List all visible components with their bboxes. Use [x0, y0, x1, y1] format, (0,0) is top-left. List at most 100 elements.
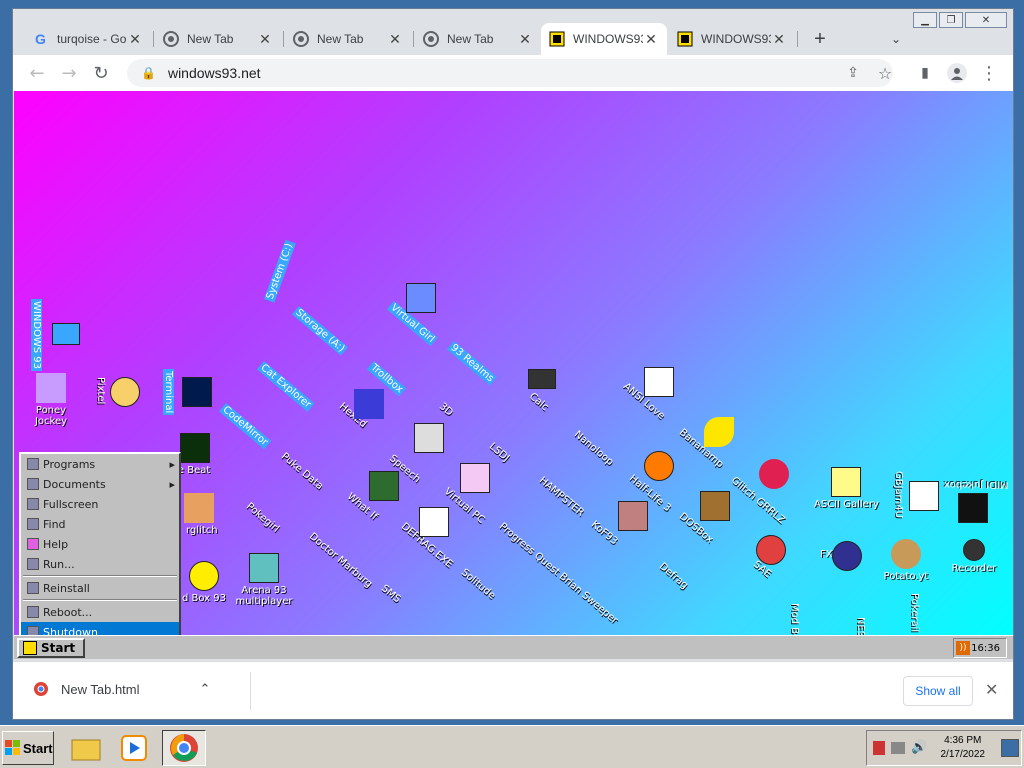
icon-ascii-gallery[interactable]: ASCII Gallery	[814, 467, 879, 510]
google-icon: G	[33, 31, 49, 47]
icon-93-realms[interactable]: 93 Realms	[446, 341, 498, 386]
icon-brian-sweeper[interactable]: Brian Sweeper	[557, 571, 620, 626]
menu-fullscreen[interactable]: Fullscreen	[21, 494, 179, 514]
start-button[interactable]: Start	[2, 731, 54, 765]
icon-puke-data[interactable]: Puke Data	[279, 451, 325, 492]
close-download-bar-icon[interactable]: ✕	[985, 680, 998, 699]
profile-avatar-icon[interactable]	[945, 61, 969, 85]
icon-corglitch[interactable]: rglitch	[186, 525, 218, 536]
rss-icon[interactable]: ))	[956, 641, 970, 655]
action-center-icon[interactable]	[873, 741, 885, 755]
icon-hampster[interactable]: HAMPSTER	[537, 475, 586, 519]
icon-windows93[interactable]: WINDOWS 93	[31, 299, 42, 372]
icon-poney-jockey[interactable]: Poney Jockey	[29, 373, 73, 427]
menu-documents[interactable]: Documents ▸	[21, 474, 179, 494]
close-tab-icon[interactable]: ✕	[387, 31, 403, 48]
media-player-icon	[121, 735, 147, 761]
svg-text:G: G	[35, 31, 46, 47]
menu-run[interactable]: Run...	[21, 554, 179, 574]
close-tab-icon[interactable]: ✕	[257, 31, 273, 48]
gbjam-icon	[909, 481, 939, 513]
icon-cat-explorer[interactable]: Cat Explorer	[256, 361, 315, 412]
volume-icon[interactable]: 🔊	[911, 740, 927, 756]
reinstall-icon	[27, 582, 39, 594]
close-tab-icon[interactable]: ✕	[643, 31, 659, 48]
icon-storage-a[interactable]: Storage (A:)	[291, 306, 349, 356]
icon-recorder[interactable]: Recorder	[944, 539, 1004, 574]
close-window-button[interactable]: ✕	[965, 12, 1007, 28]
virtual-girl-icon	[406, 283, 436, 315]
tab-title: WINDOWS93	[573, 32, 643, 46]
icon-3d[interactable]: 3D	[437, 401, 455, 418]
icon-nanoloop[interactable]: Nanoloop	[572, 429, 615, 468]
download-item[interactable]: New Tab.html ⌃	[33, 681, 210, 697]
back-arrow-icon[interactable]: ←	[25, 61, 49, 85]
icon-kof93[interactable]: KoF93	[589, 519, 620, 547]
icon-system-c[interactable]: System (C:)	[264, 240, 296, 303]
reload-icon[interactable]: ↻	[89, 61, 113, 85]
banana-icon	[704, 417, 734, 449]
menu-help[interactable]: Help	[21, 534, 179, 554]
icon-midi-jukebox[interactable]: MIDI Jukebox	[944, 479, 1008, 490]
icon-fx[interactable]: FX	[820, 549, 833, 560]
icon-solitude[interactable]: Solitude	[459, 567, 497, 602]
icon-pixtel[interactable]: Pixtel	[95, 377, 106, 404]
show-all-button[interactable]: Show all	[903, 676, 973, 706]
chevron-up-icon[interactable]: ⌃	[200, 681, 211, 697]
icon-potato[interactable]: Potato.yt	[876, 539, 936, 582]
close-tab-icon[interactable]: ✕	[127, 31, 143, 48]
menu-reinstall[interactable]: Reinstall	[21, 578, 179, 598]
minimize-button[interactable]: ▁	[913, 12, 937, 28]
menu-shutdown[interactable]: Shutdown	[21, 622, 179, 635]
icon-mod-beep[interactable]: Mod Beep	[789, 603, 800, 635]
tab-windows93-active[interactable]: WINDOWS93 ✕	[541, 23, 667, 55]
close-tab-icon[interactable]: ✕	[517, 31, 533, 48]
icon-progress-quest[interactable]: Progress Quest	[497, 521, 562, 578]
icon-lsdj[interactable]: LSDJ	[487, 441, 511, 464]
hexed-cube-icon	[354, 389, 384, 421]
icon-arena-93[interactable]: Arena 93 multiplayer	[224, 553, 304, 607]
new-tab-button[interactable]: +	[805, 23, 835, 55]
taskbar-clock[interactable]: 4:36 PM 2/17/2022	[941, 734, 986, 762]
lock-icon: 🔒	[141, 66, 156, 80]
forward-arrow-icon[interactable]: →	[57, 61, 81, 85]
menu-reboot[interactable]: Reboot...	[21, 602, 179, 622]
show-desktop-icon[interactable]	[1001, 739, 1019, 757]
win93-start-button[interactable]: Start	[17, 638, 85, 658]
address-bar[interactable]: 🔒 windows93.net	[127, 59, 893, 87]
side-panel-icon[interactable]: ▮	[913, 61, 937, 85]
tab-search-chevron-icon[interactable]: ⌄	[883, 23, 907, 55]
maximize-button[interactable]: ❐	[939, 12, 963, 28]
icon-pokerail[interactable]: Pokerail	[909, 593, 920, 632]
menu-programs[interactable]: Programs ▸	[21, 454, 179, 474]
icon-terminal[interactable]: Terminal	[163, 369, 174, 416]
network-icon[interactable]	[891, 742, 905, 754]
menu-find[interactable]: Find	[21, 514, 179, 534]
media-player-taskbar-button[interactable]	[112, 730, 156, 766]
microphone-icon	[963, 539, 985, 561]
icon-nes[interactable]: NES	[855, 617, 866, 635]
explorer-taskbar-button[interactable]	[64, 730, 108, 766]
bookmark-star-icon[interactable]: ☆	[873, 61, 897, 85]
icon-gbjam4u[interactable]: GBJam4U	[893, 471, 904, 518]
tab-new-tab-2[interactable]: New Tab ✕	[285, 23, 411, 55]
menu-kebab-icon[interactable]: ⋮	[977, 61, 1001, 85]
icon-calc[interactable]: Calc	[527, 391, 550, 413]
fx-atom-icon	[832, 541, 862, 573]
icon-defrag[interactable]: Defrag	[657, 561, 690, 591]
terminal-icon	[182, 377, 212, 409]
tab-new-tab-3[interactable]: New Tab ✕	[415, 23, 541, 55]
shutdown-icon	[27, 626, 39, 635]
icon-box-93[interactable]: d Box 93	[180, 561, 228, 604]
icon-sms[interactable]: SMS	[379, 583, 402, 605]
close-tab-icon[interactable]: ✕	[771, 31, 787, 48]
icon-pokegirl[interactable]: Pokegirl	[244, 501, 281, 535]
tab-new-tab-1[interactable]: New Tab ✕	[155, 23, 281, 55]
tab-google[interactable]: G turqoise - Go ✕	[25, 23, 151, 55]
icon-codemirror[interactable]: CodeMirror	[218, 403, 272, 450]
tab-windows93[interactable]: WINDOWS93 ✕	[669, 23, 795, 55]
share-icon[interactable]: ⇪	[841, 61, 865, 85]
chrome-taskbar-button[interactable]	[162, 730, 206, 766]
icon-doctor-marburg[interactable]: Doctor Marburg	[307, 531, 374, 590]
tab-title: New Tab	[317, 32, 364, 46]
